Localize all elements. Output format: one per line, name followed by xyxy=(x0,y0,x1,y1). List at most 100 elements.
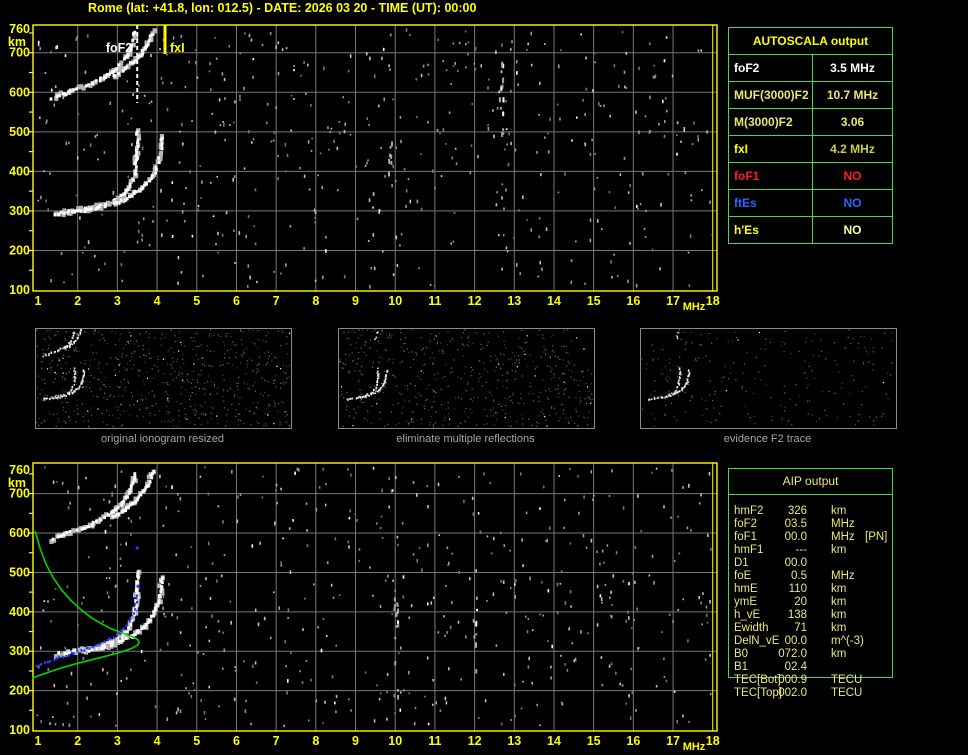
svg-text:9: 9 xyxy=(352,734,359,748)
panel-evidence-f2 xyxy=(641,329,894,427)
parameter-unit: km xyxy=(831,622,847,634)
svg-text:18: 18 xyxy=(706,294,720,308)
svg-text:400: 400 xyxy=(9,164,30,178)
parameter-value: 110 xyxy=(788,583,807,595)
svg-text:10: 10 xyxy=(388,294,402,308)
table-row: B1 02.4 xyxy=(729,661,892,674)
parameter-value: NO xyxy=(812,163,892,189)
table-row: M(3000)F2 3.06 xyxy=(729,108,892,135)
svg-text:100: 100 xyxy=(9,283,30,297)
parameter-label: hmE xyxy=(734,583,758,595)
parameter-value: 326 xyxy=(787,505,807,517)
svg-text:9: 9 xyxy=(352,294,359,308)
parameter-value: NO xyxy=(812,190,892,216)
parameter-value: NO xyxy=(812,217,892,243)
table-row: TEC[Bot] 000.9 TECU xyxy=(729,674,892,687)
svg-text:4: 4 xyxy=(154,734,161,748)
table-row: hmE 110 km xyxy=(729,583,892,596)
bottom-ionogram-plot: 760km7006005004003002001001 2 3 4 5 6 7 8 9 10 11 1… xyxy=(8,462,720,753)
svg-text:6: 6 xyxy=(233,294,240,308)
panel-eliminate-reflections-box xyxy=(338,328,595,429)
svg-text:7: 7 xyxy=(273,294,280,308)
svg-text:12: 12 xyxy=(468,734,482,748)
parameter-label: hmF1 xyxy=(734,544,764,556)
table-row: hmF1 --- km xyxy=(729,544,892,557)
autoscala-table-body: foF2 3.5 MHz MUF(3000)F2 10.7 MHz M(3000)F2 3… xyxy=(729,54,892,243)
panel-caption: eliminate multiple reflections xyxy=(396,433,535,445)
autoscala-table-header: AUTOSCALA output xyxy=(752,34,869,48)
table-row: hmF2 326 km xyxy=(729,505,892,518)
parameter-value: 10.7 MHz xyxy=(812,82,892,108)
station-title: Rome (lat: +41.8, lon: 012.5) - DATE: 20… xyxy=(88,1,477,15)
parameter-label: foF1 xyxy=(734,531,758,543)
parameter-label: ymE xyxy=(734,596,757,608)
parameter-unit: km xyxy=(831,544,847,556)
parameter-value: 138 xyxy=(787,609,807,621)
autoscala-window: Rome (lat: +41.8, lon: 012.5) - DATE: 20… xyxy=(0,0,968,755)
svg-text:2: 2 xyxy=(74,294,81,308)
parameter-unit: MHz xyxy=(831,518,855,530)
table-row: foF1 NO xyxy=(729,162,892,189)
svg-text:8: 8 xyxy=(312,294,319,308)
svg-text:15: 15 xyxy=(587,294,601,308)
svg-text:11: 11 xyxy=(428,294,441,308)
svg-text:500: 500 xyxy=(9,565,30,579)
parameter-label: foE xyxy=(734,570,752,582)
parameter-value: 03.5 xyxy=(784,518,807,530)
table-row: B0 072.0 km xyxy=(729,648,892,661)
svg-text:14: 14 xyxy=(547,734,561,748)
aip-table-header: AIP output xyxy=(729,469,892,495)
svg-text:fxI: fxI xyxy=(170,41,185,55)
parameter-label: h_vE xyxy=(734,609,761,621)
parameter-note: [PN] xyxy=(865,531,888,543)
parameter-value: --- xyxy=(795,544,808,556)
parameter-value: 0.5 xyxy=(791,570,807,582)
svg-text:7: 7 xyxy=(273,734,280,748)
svg-text:16: 16 xyxy=(626,294,640,308)
autoscala-output-table: AUTOSCALA output foF2 3.5 MHz MUF(3000)F2 1… xyxy=(728,27,893,244)
parameter-value: 00.0 xyxy=(784,635,807,647)
parameter-label: D1 xyxy=(734,557,749,569)
svg-text:100: 100 xyxy=(9,723,30,737)
svg-text:17: 17 xyxy=(666,294,680,308)
parameter-value: 000.9 xyxy=(778,674,807,686)
parameter-unit: MHz xyxy=(831,570,855,582)
table-row: foF2 03.5 MHz xyxy=(729,518,892,531)
parameter-label: foF2 xyxy=(734,61,760,75)
parameter-label: B1 xyxy=(734,661,749,673)
aip-table-body: hmF2 326 km foF2 03.5 MHz foF1 00.0 MHz [PN] hmF1 -… xyxy=(729,505,892,700)
svg-text:6: 6 xyxy=(233,734,240,748)
table-row: foF2 3.5 MHz xyxy=(729,54,892,81)
svg-text:300: 300 xyxy=(9,644,30,658)
parameter-value: 4.2 MHz xyxy=(812,136,892,162)
parameter-unit: TECU xyxy=(831,687,863,699)
svg-text:3: 3 xyxy=(114,734,121,748)
svg-text:8: 8 xyxy=(312,734,319,748)
table-row: foF1 00.0 MHz [PN] xyxy=(729,531,892,544)
parameter-value: 072.0 xyxy=(778,648,807,660)
parameter-label: h'Es xyxy=(734,223,759,237)
aip-output-table: AIP output hmF2 326 km foF2 03.5 MHz foF1 00.0 M… xyxy=(728,468,893,699)
parameter-label: M(3000)F2 xyxy=(734,115,793,129)
table-row: DelN_vE 00.0 m^(-3) xyxy=(729,635,892,648)
parameter-unit: km xyxy=(831,609,847,621)
table-row: ftEs NO xyxy=(729,189,892,216)
table-row: h'Es NO xyxy=(729,216,892,243)
table-row: D1 00.0 xyxy=(729,557,892,570)
svg-text:200: 200 xyxy=(9,684,30,698)
svg-text:600: 600 xyxy=(9,526,30,540)
svg-text:1: 1 xyxy=(35,294,42,308)
svg-text:500: 500 xyxy=(9,125,30,139)
parameter-label: B0 xyxy=(734,648,749,660)
svg-text:5: 5 xyxy=(193,294,200,308)
parameter-unit: km xyxy=(831,648,847,660)
table-row: fxI 4.2 MHz xyxy=(729,135,892,162)
panel-caption: evidence F2 trace xyxy=(723,433,812,445)
table-row: Ewidth 71 km xyxy=(729,622,892,635)
svg-text:12: 12 xyxy=(468,294,482,308)
svg-text:2: 2 xyxy=(74,734,81,748)
svg-text:17: 17 xyxy=(666,734,680,748)
parameter-unit: m^(-3) xyxy=(831,635,864,647)
parameter-label: MUF(3000)F2 xyxy=(734,88,809,102)
table-row: TEC[Top] 002.0 TECU xyxy=(729,687,892,700)
